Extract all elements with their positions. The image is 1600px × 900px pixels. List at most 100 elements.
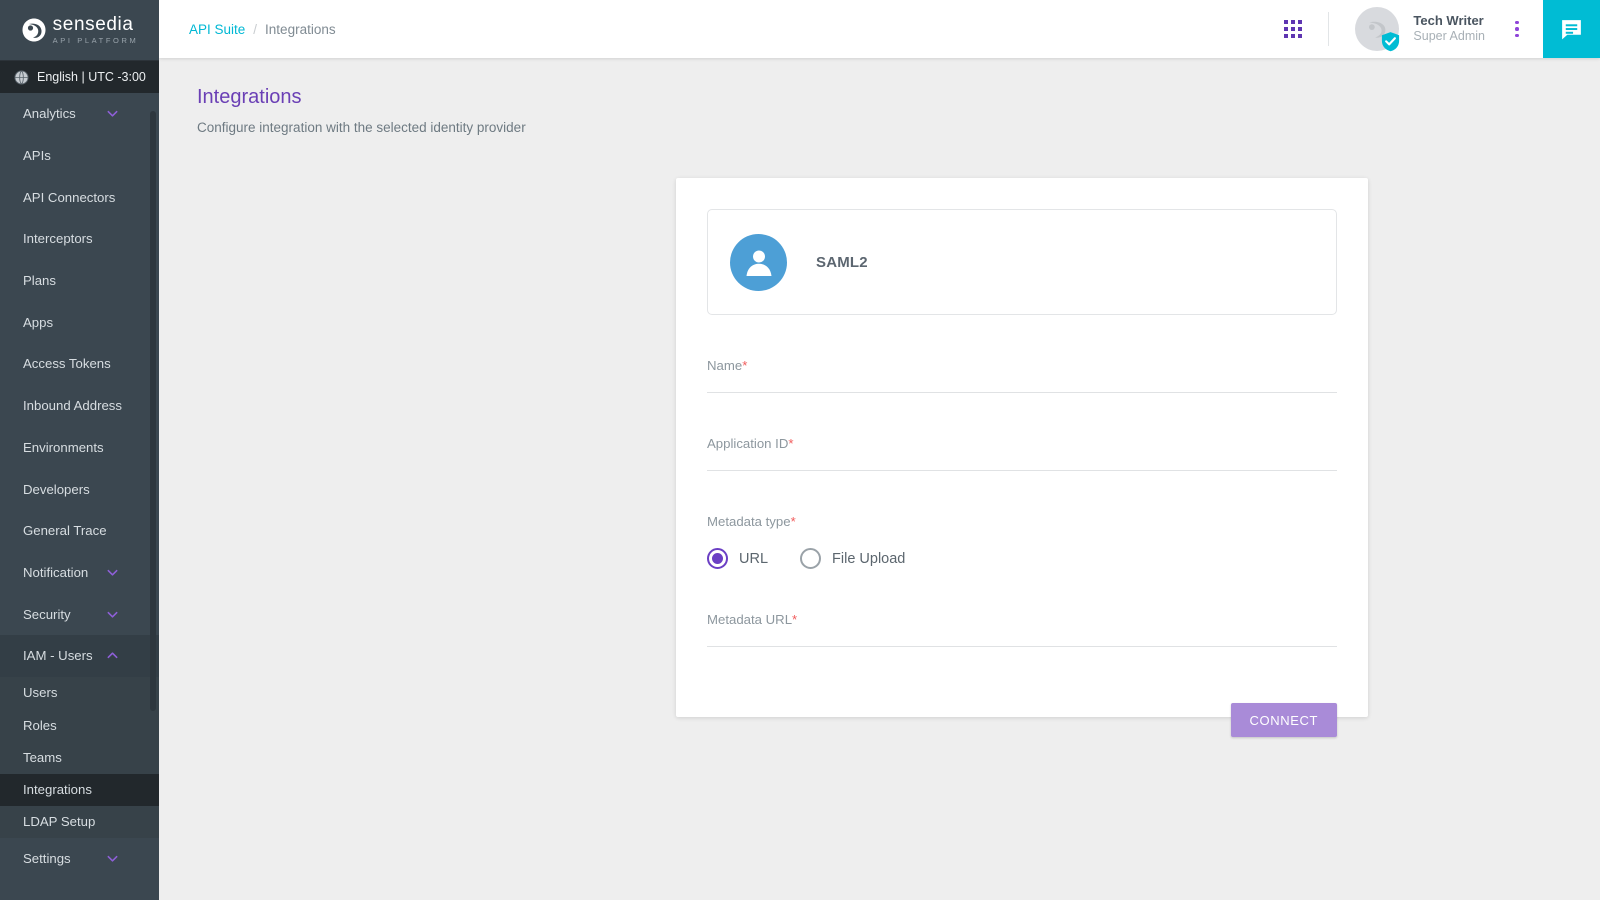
application-id-field-wrapper: Application ID* bbox=[707, 436, 1337, 471]
required-marker: * bbox=[791, 514, 796, 529]
sidebar-item-teams[interactable]: Teams bbox=[0, 741, 159, 773]
chevron-down-icon bbox=[106, 566, 119, 579]
chevron-up-icon bbox=[106, 649, 119, 662]
metadata-type-file-upload-label: File Upload bbox=[832, 551, 905, 567]
top-bar: API Suite / Integrations bbox=[159, 0, 1600, 58]
sidebar-item-label: Analytics bbox=[23, 106, 76, 121]
connect-button[interactable]: CONNECT bbox=[1231, 703, 1337, 737]
sidebar-item-ldap-setup[interactable]: LDAP Setup bbox=[0, 806, 159, 838]
sidebar-item-label: IAM - Users bbox=[23, 648, 93, 663]
sidebar-item-api-connectors[interactable]: API Connectors bbox=[0, 176, 159, 218]
grid-apps-icon[interactable] bbox=[1284, 20, 1302, 38]
user-name: Tech Writer bbox=[1413, 13, 1485, 29]
sidebar-item-label: Security bbox=[23, 607, 71, 622]
sidebar-item-label: Apps bbox=[23, 315, 53, 330]
chevron-down-icon bbox=[106, 107, 119, 120]
logo-tagline: API PLATFORM bbox=[53, 37, 139, 45]
sidebar-item-label: Interceptors bbox=[23, 231, 93, 246]
sidebar-item-apis[interactable]: APIs bbox=[0, 135, 159, 177]
user-role: Super Admin bbox=[1413, 29, 1485, 45]
radio-unselected-icon bbox=[800, 548, 821, 569]
sidebar-item-label: APIs bbox=[23, 148, 51, 163]
avatar[interactable] bbox=[1355, 7, 1399, 51]
application-id-field-label: Application ID* bbox=[707, 436, 1337, 451]
user-info: Tech Writer Super Admin bbox=[1413, 13, 1485, 45]
account-circle-icon bbox=[730, 234, 787, 291]
name-input[interactable] bbox=[707, 392, 1337, 393]
sidebar-item-settings[interactable]: Settings bbox=[0, 838, 159, 880]
metadata-type-label: Metadata type* bbox=[707, 514, 1337, 529]
sidebar-item-label: General Trace bbox=[23, 523, 107, 538]
page-title: Integrations bbox=[197, 86, 1600, 109]
page-subtitle: Configure integration with the selected … bbox=[197, 120, 1600, 135]
metadata-type-url-label: URL bbox=[739, 551, 768, 567]
name-field-wrapper: Name* bbox=[707, 358, 1337, 393]
metadata-url-field-label: Metadata URL* bbox=[707, 612, 1337, 627]
breadcrumb-root-link[interactable]: API Suite bbox=[189, 22, 245, 37]
breadcrumb-current: Integrations bbox=[265, 22, 336, 37]
main-area: API Suite / Integrations bbox=[159, 0, 1600, 900]
sidebar-item-security[interactable]: Security bbox=[0, 593, 159, 635]
chevron-down-icon bbox=[106, 608, 119, 621]
sidebar-item-integrations[interactable]: Integrations bbox=[0, 774, 159, 806]
chat-bubble-icon[interactable] bbox=[1543, 0, 1600, 58]
more-options-icon[interactable] bbox=[1507, 21, 1527, 38]
toolbar-divider bbox=[1328, 12, 1329, 46]
sidebar-item-analytics[interactable]: Analytics bbox=[0, 93, 159, 135]
metadata-url-field-wrapper: Metadata URL* bbox=[707, 612, 1337, 647]
globe-icon bbox=[14, 70, 29, 85]
sidebar-item-label: Environments bbox=[23, 440, 104, 455]
sidebar-item-label: Teams bbox=[23, 750, 62, 765]
sidebar-item-access-tokens[interactable]: Access Tokens bbox=[0, 343, 159, 385]
sidebar-item-environments[interactable]: Environments bbox=[0, 427, 159, 469]
app-root: sensedia API PLATFORM English | UTC -3:0… bbox=[0, 0, 1600, 900]
breadcrumb-separator: / bbox=[253, 22, 257, 37]
sidebar-item-label: API Connectors bbox=[23, 190, 115, 205]
language-selector[interactable]: English | UTC -3:00 bbox=[0, 60, 159, 93]
chevron-down-icon bbox=[106, 852, 119, 865]
provider-name: SAML2 bbox=[816, 254, 868, 271]
shield-check-icon bbox=[1380, 31, 1401, 52]
metadata-type-radio-file-upload[interactable]: File Upload bbox=[800, 548, 905, 569]
page-header: Integrations Configure integration with … bbox=[159, 58, 1600, 135]
sidebar-item-label: Integrations bbox=[23, 782, 92, 797]
sidebar-item-general-trace[interactable]: General Trace bbox=[0, 510, 159, 552]
sidebar-item-interceptors[interactable]: Interceptors bbox=[0, 218, 159, 260]
sidebar-item-label: Access Tokens bbox=[23, 356, 111, 371]
sidebar-item-label: Settings bbox=[23, 851, 71, 866]
brand-logo[interactable]: sensedia API PLATFORM bbox=[0, 0, 159, 60]
sidebar-item-developers[interactable]: Developers bbox=[0, 468, 159, 510]
required-marker: * bbox=[792, 612, 797, 627]
integration-form-card: SAML2 Name* Application ID* Metadata typ… bbox=[676, 178, 1368, 717]
sidebar-item-label: Developers bbox=[23, 482, 90, 497]
sidebar-scrollbar-thumb[interactable] bbox=[150, 111, 156, 711]
language-label: English | UTC -3:00 bbox=[37, 70, 146, 84]
top-bar-actions: Tech Writer Super Admin bbox=[1284, 0, 1600, 58]
sidebar-item-label: LDAP Setup bbox=[23, 814, 95, 829]
sidebar-item-notification[interactable]: Notification bbox=[0, 552, 159, 594]
radio-selected-icon bbox=[707, 548, 728, 569]
sidebar-item-plans[interactable]: Plans bbox=[0, 260, 159, 302]
sidebar: sensedia API PLATFORM English | UTC -3:0… bbox=[0, 0, 159, 900]
sidebar-item-iam-users[interactable]: IAM - Users bbox=[0, 635, 159, 677]
sidebar-item-label: Plans bbox=[23, 273, 56, 288]
form-actions: CONNECT bbox=[707, 703, 1337, 737]
sidebar-item-label: Notification bbox=[23, 565, 88, 580]
logo-wordmark: sensedia bbox=[53, 15, 139, 34]
sidebar-item-users[interactable]: Users bbox=[0, 677, 159, 709]
sidebar-item-roles[interactable]: Roles bbox=[0, 709, 159, 741]
sidebar-item-inbound-address[interactable]: Inbound Address bbox=[0, 385, 159, 427]
provider-summary: SAML2 bbox=[707, 209, 1337, 315]
sidebar-item-apps[interactable]: Apps bbox=[0, 301, 159, 343]
sensedia-logo-icon bbox=[21, 17, 47, 43]
sidebar-item-label: Users bbox=[23, 685, 57, 700]
metadata-type-group: Metadata type* URL File Upload bbox=[707, 514, 1337, 569]
sidebar-scrollbar[interactable] bbox=[149, 93, 158, 900]
application-id-input[interactable] bbox=[707, 470, 1337, 471]
metadata-type-radio-url[interactable]: URL bbox=[707, 548, 768, 569]
metadata-url-input[interactable] bbox=[707, 646, 1337, 647]
name-field-label: Name* bbox=[707, 358, 1337, 373]
required-marker: * bbox=[788, 436, 793, 451]
sidebar-item-label: Roles bbox=[23, 718, 57, 733]
sidebar-item-label: Inbound Address bbox=[23, 398, 122, 413]
